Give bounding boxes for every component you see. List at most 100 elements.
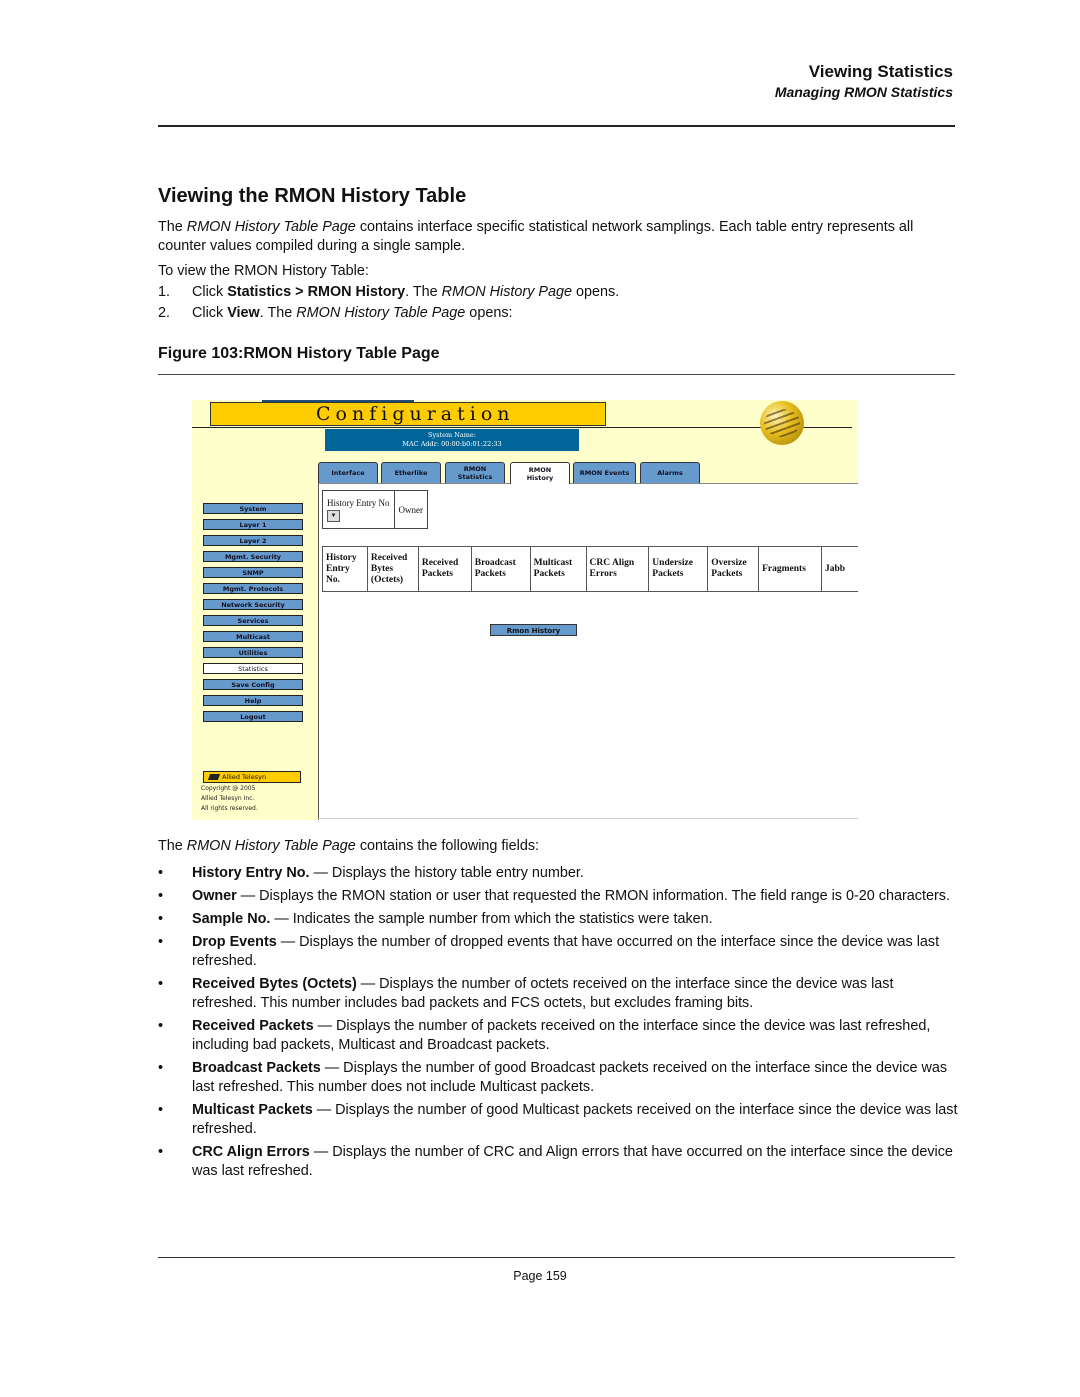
step-number: 2.	[158, 305, 171, 321]
banner-title: Configuration	[316, 403, 515, 425]
menu-statistics[interactable]: Statistics	[203, 663, 303, 674]
step-text: . The	[259, 305, 297, 321]
field-item: Broadcast Packets — Displays the number …	[158, 1059, 958, 1097]
column-header: Undersize Packets	[648, 546, 709, 592]
tab-label: RMON History	[526, 465, 554, 482]
configuration-banner: Configuration	[210, 402, 606, 426]
field-item: History Entry No. — Displays the history…	[158, 864, 958, 883]
field-term: Broadcast Packets	[192, 1060, 321, 1076]
field-description: — Indicates the sample number from which…	[270, 911, 713, 927]
history-entry-cell: History Entry No ▼	[322, 490, 395, 529]
content-panel	[318, 484, 858, 820]
footer-rule	[158, 1257, 955, 1258]
step-text: Click	[192, 305, 228, 321]
fields-intro: The RMON History Table Page contains the…	[158, 838, 539, 854]
field-term: Multicast Packets	[192, 1102, 313, 1118]
field-description: — Displays the history table entry numbe…	[309, 865, 584, 881]
running-header-subsection: Managing RMON Statistics	[774, 84, 953, 100]
column-header: Multicast Packets	[529, 546, 587, 592]
menu-mgmt-protocols[interactable]: Mgmt. Protocols	[203, 583, 303, 594]
owner-cell: Owner	[393, 490, 428, 529]
menu-multicast[interactable]: Multicast	[203, 631, 303, 642]
figure-screenshot: Configuration System Name: MAC Addr: 00:…	[192, 400, 858, 820]
fields-intro-text: The	[158, 838, 187, 854]
copyright-line: All rights reserved.	[201, 805, 258, 812]
page-number: Page 159	[513, 1269, 567, 1283]
field-description: — Displays the RMON station or user that…	[236, 888, 950, 904]
tab-rmon-statistics[interactable]: RMON Statistics	[445, 462, 505, 483]
step-2: 2. Click View. The RMON History Table Pag…	[158, 305, 513, 321]
mac-address-label: MAC Addr: 00:00:b0:01:22:33	[402, 440, 502, 448]
tab-rmon-history[interactable]: RMON History	[510, 462, 570, 484]
step-ui-path: Statistics > RMON History	[227, 284, 406, 300]
rmon-history-button[interactable]: Rmon History	[490, 624, 577, 636]
banner-rule	[192, 427, 852, 428]
column-header: Broadcast Packets	[470, 546, 531, 592]
chevron-down-icon: ▼	[330, 512, 337, 519]
menu-mgmt-security[interactable]: Mgmt. Security	[203, 551, 303, 562]
figure-rule	[158, 374, 955, 375]
section-heading: Viewing the RMON History Table	[158, 185, 467, 207]
history-selector-table: History Entry No ▼ Owner	[322, 490, 428, 529]
step-text: opens.	[572, 284, 620, 300]
tab-label: RMON Statistics	[457, 465, 493, 481]
field-list: History Entry No. — Displays the history…	[158, 864, 958, 1185]
field-item: Owner — Displays the RMON station or use…	[158, 887, 958, 906]
field-item: Received Bytes (Octets) — Displays the n…	[158, 975, 958, 1013]
tab-etherlike[interactable]: Etherlike	[381, 462, 441, 483]
field-term: Received Packets	[192, 1018, 314, 1034]
menu-system[interactable]: System	[203, 503, 303, 514]
field-item: Multicast Packets — Displays the number …	[158, 1101, 958, 1139]
running-header-section: Viewing Statistics	[808, 62, 953, 81]
column-header: CRC Align Errors	[585, 546, 650, 592]
menu-utilities[interactable]: Utilities	[203, 647, 303, 658]
step-page-name: RMON History Page	[441, 284, 573, 300]
menu-services[interactable]: Services	[203, 615, 303, 626]
system-name-label: System Name:	[428, 431, 476, 439]
column-header: History Entry No.	[322, 546, 368, 592]
field-item: Drop Events — Displays the number of dro…	[158, 933, 958, 971]
intro-page-name: RMON History Table Page	[186, 219, 356, 235]
field-term: Drop Events	[192, 934, 277, 950]
field-item: Received Packets — Displays the number o…	[158, 1017, 958, 1055]
step-text: Click	[192, 284, 228, 300]
step-number: 1.	[158, 284, 171, 300]
menu-save-config[interactable]: Save Config	[203, 679, 303, 690]
fields-intro-text-rest: contains the following fields:	[355, 838, 540, 854]
field-term: Sample No.	[192, 911, 271, 927]
globe-logo-icon	[760, 401, 804, 445]
menu-layer-2[interactable]: Layer 2	[203, 535, 303, 546]
column-header: Received Packets	[417, 546, 472, 592]
field-item: CRC Align Errors — Displays the number o…	[158, 1143, 958, 1181]
copyright-line: Allied Telesyn Inc.	[201, 795, 255, 802]
tab-rmon-events[interactable]: RMON Events	[573, 462, 636, 483]
field-description: — Displays the number of dropped events …	[192, 934, 940, 969]
field-term: Received Bytes (Octets)	[192, 976, 357, 992]
column-header: Jabb	[821, 546, 858, 592]
menu-help[interactable]: Help	[203, 695, 303, 706]
history-table-header-row: History Entry No. Received Bytes (Octets…	[322, 546, 858, 592]
tab-alarms[interactable]: Alarms	[640, 462, 700, 483]
menu-network-security[interactable]: Network Security	[203, 599, 303, 610]
menu-snmp[interactable]: SNMP	[203, 567, 303, 578]
menu-logout[interactable]: Logout	[203, 711, 303, 722]
step-text: opens:	[465, 305, 513, 321]
column-header: Oversize Packets	[707, 546, 760, 592]
copyright-line: Copyright @ 2005	[201, 785, 256, 792]
header-rule	[158, 125, 955, 127]
column-header: Fragments	[758, 546, 822, 592]
figure-caption: Figure 103:RMON History Table Page	[158, 345, 440, 362]
system-info-box: System Name: MAC Addr: 00:00:b0:01:22:33	[325, 429, 579, 451]
history-entry-label: History Entry No	[327, 497, 390, 508]
history-entry-dropdown[interactable]: ▼	[327, 509, 340, 522]
allied-telesyn-logo: Allied Telesyn	[203, 771, 301, 783]
tab-interface[interactable]: Interface	[318, 462, 378, 483]
field-term: Owner	[192, 888, 237, 904]
history-table: History Entry No. Received Bytes (Octets…	[322, 546, 858, 592]
frame-bottom-rule	[318, 818, 858, 819]
field-term: CRC Align Errors	[192, 1144, 310, 1160]
intro-paragraph: The RMON History Table Page contains int…	[158, 218, 948, 256]
menu-layer-1[interactable]: Layer 1	[203, 519, 303, 530]
fields-intro-page-name: RMON History Table Page	[186, 838, 356, 854]
column-header: Received Bytes (Octets)	[366, 546, 419, 592]
